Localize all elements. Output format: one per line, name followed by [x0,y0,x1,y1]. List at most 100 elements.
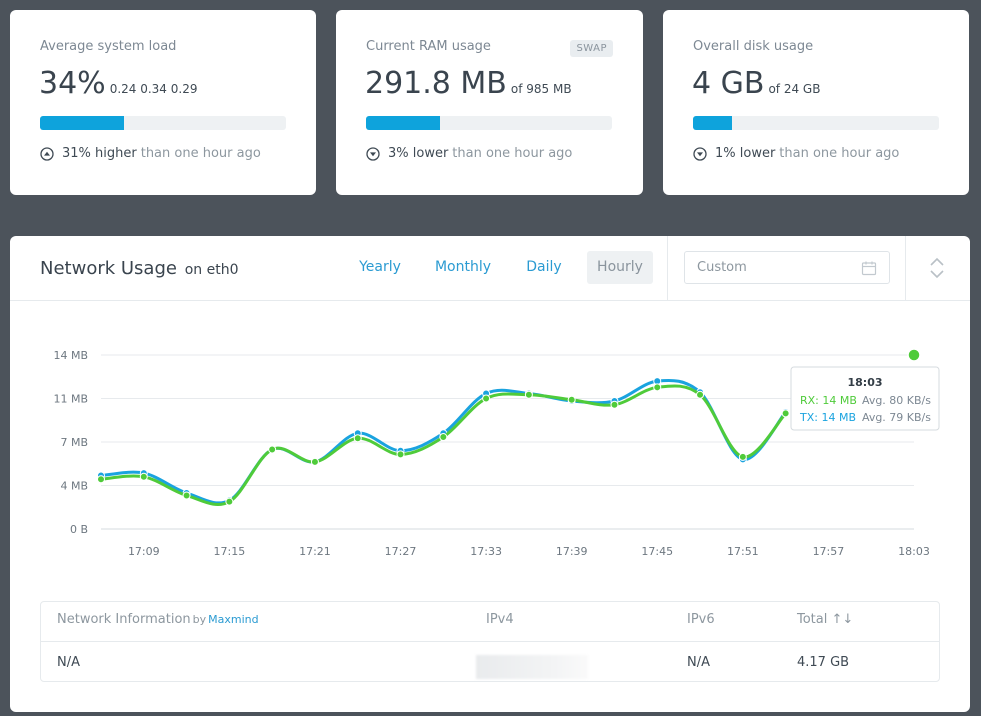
x-tick-label: 18:03 [898,545,930,558]
trend-down-icon [693,146,707,161]
card-title: Current RAM usage [366,39,491,54]
calendar-icon[interactable] [861,260,877,276]
tooltip-tx: TX: 14 MB [799,411,856,424]
disk-value: 4 GB [692,66,765,101]
data-point [524,390,533,399]
ipv4-redacted [476,655,588,679]
card-value: 34% 0.24 0.34 0.29 [39,66,197,101]
trend-text: than one hour ago [779,146,900,161]
y-tick-label: 7 MB [60,436,88,449]
data-point [482,394,491,403]
trend-value: 3% lower [388,146,449,161]
data-point [781,409,790,418]
cell-network-info: N/A [57,655,80,670]
network-usage-chart: 0 B 4 MB 7 MB 11 MB 14 MB 17:09 17:15 17:21 17:2… [53,348,940,558]
cell-total: 4.17 GB [797,655,850,670]
y-tick-label: 14 MB [53,349,88,362]
progress-fill [366,116,440,130]
card-value: 4 GB of 24 GB [692,66,820,101]
network-title: Network Usage [40,258,177,279]
header-ipv6: IPv6 [687,612,715,627]
data-point [907,348,921,362]
y-tick-label: 0 B [70,523,88,536]
progress-bar [693,116,939,130]
trend-text: than one hour ago [140,146,261,161]
card-title: Average system load [40,39,177,54]
data-point [310,457,319,466]
custom-range-field[interactable] [684,251,890,284]
custom-range-input[interactable] [685,252,845,283]
disk-usage-card: Overall disk usage 4 GB of 24 GB 1% lower… [663,10,969,195]
trend-value: 31% higher [62,146,137,161]
data-point [353,434,362,443]
tooltip-rx-avg: Avg. 80 KB/s [862,394,931,407]
header-by-label: by [192,613,207,626]
x-tick-label: 17:33 [470,545,502,558]
x-tick-label: 17:21 [299,545,331,558]
x-tick-label: 17:51 [727,545,759,558]
tooltip-rx: RX: 14 MB [800,394,857,407]
tab-monthly[interactable]: Monthly [430,251,496,284]
data-point [439,433,448,442]
trend-line: 31% higher than one hour ago [40,146,261,161]
header-total-sort[interactable]: Total ↑↓ [797,602,853,642]
tab-hourly[interactable]: Hourly [587,251,653,284]
network-info-table: Network Information by Maxmind IPv4 IPv6 T… [40,601,940,682]
x-tick-label: 17:15 [214,545,246,558]
progress-bar [40,116,286,130]
card-title: Overall disk usage [693,39,814,54]
maxmind-link[interactable]: Maxmind [208,613,258,626]
x-tick-label: 17:45 [641,545,673,558]
data-point [696,390,705,399]
data-point [567,395,576,404]
network-header: Network Usage on eth0 Yearly Monthly Dai… [10,236,970,301]
table-row: N/A N/A 4.17 GB [41,642,939,682]
ram-value: 291.8 MB [365,66,507,101]
cell-ipv6: N/A [687,655,710,670]
ram-total: of 985 MB [510,82,572,96]
data-point [653,383,662,392]
trend-value: 1% lower [715,146,776,161]
header-divider [667,236,668,301]
y-tick-label: 4 MB [60,480,88,493]
data-point [139,472,148,481]
x-tick-label: 17:09 [128,545,160,558]
y-tick-label: 11 MB [53,393,88,406]
progress-fill [40,116,124,130]
header-ipv4: IPv4 [486,612,514,627]
trend-text: than one hour ago [452,146,573,161]
tab-daily[interactable]: Daily [514,251,574,284]
data-point [97,475,105,484]
disk-total: of 24 GB [768,82,821,96]
trend-line: 3% lower than one hour ago [366,146,572,161]
table-header: Network Information by Maxmind IPv4 IPv6 T… [41,602,939,642]
x-tick-label: 17:39 [556,545,588,558]
data-point [610,400,619,409]
swap-badge[interactable]: SWAP [570,40,613,57]
data-point [182,491,191,500]
tooltip-time: 18:03 [847,376,882,389]
expand-icon[interactable] [928,256,946,280]
trend-down-icon [366,146,380,161]
progress-fill [693,116,733,130]
data-point [738,452,747,461]
chart-tooltip: 18:03 RX: 14 MB Avg. 80 KB/s TX: 14 MB Avg. … [790,366,940,431]
header-divider [905,236,906,301]
panel-title: Network Usage on eth0 [40,258,238,279]
header-network-info: Network Information by Maxmind [57,602,259,642]
tab-yearly[interactable]: Yearly [348,251,412,284]
data-point [225,497,234,506]
series-line [100,384,787,506]
header-info-label: Network Information [57,612,191,627]
data-point [396,450,405,459]
x-tick-label: 17:57 [813,545,845,558]
interface-label: on eth0 [184,262,239,278]
x-tick-label: 17:27 [385,545,417,558]
data-point [268,445,277,454]
tooltip-tx-avg: Avg. 79 KB/s [862,411,931,424]
trend-up-icon [40,146,54,161]
card-value: 291.8 MB of 985 MB [365,66,572,101]
network-usage-panel: Network Usage on eth0 Yearly Monthly Dai… [10,236,970,712]
load-averages: 0.24 0.34 0.29 [109,82,198,96]
progress-bar [366,116,612,130]
